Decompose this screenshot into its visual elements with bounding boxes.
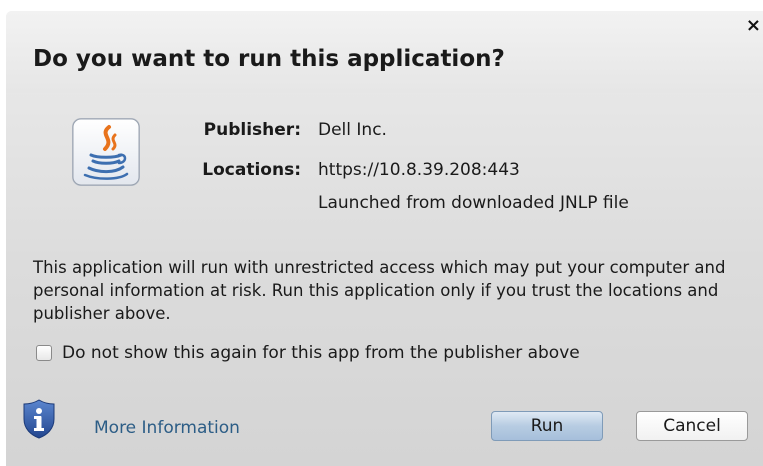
publisher-value: Dell Inc. (318, 120, 387, 140)
dont-show-again-checkbox[interactable] (36, 345, 52, 361)
locations-label: Locations: (202, 160, 301, 180)
warning-text: This application will run with unrestric… (33, 257, 726, 323)
location-note: Launched from downloaded JNLP file (318, 193, 629, 213)
java-icon (69, 115, 143, 189)
location-url: https://10.8.39.208:443 (318, 160, 520, 180)
close-button[interactable]: × (746, 17, 761, 35)
run-button[interactable]: Run (491, 411, 603, 441)
cancel-button[interactable]: Cancel (636, 411, 748, 441)
publisher-label: Publisher: (203, 120, 301, 140)
security-dialog: × Do you want to run this application? P… (6, 11, 763, 466)
dont-show-again-option[interactable]: Do not show this again for this app from… (36, 343, 580, 363)
shield-info-icon (22, 399, 56, 439)
dialog-title: Do you want to run this application? (33, 46, 505, 72)
more-information-link[interactable]: More Information (94, 417, 240, 439)
dont-show-again-label: Do not show this again for this app from… (62, 343, 580, 363)
